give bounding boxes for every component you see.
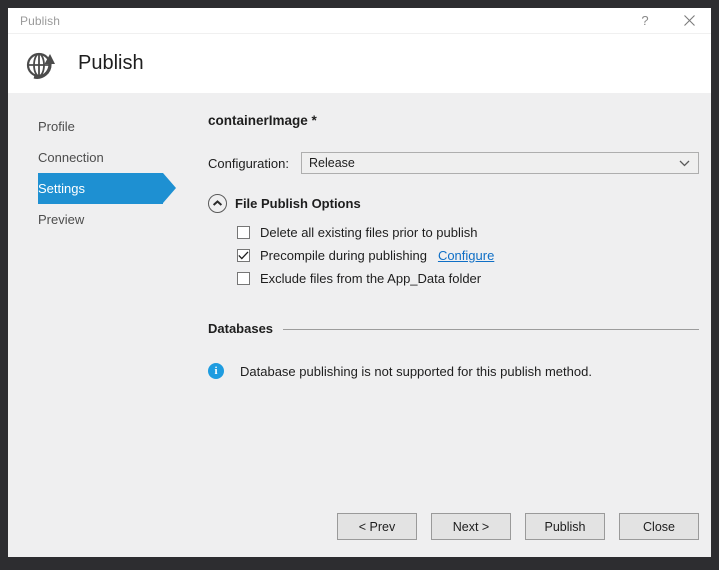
- configure-link[interactable]: Configure: [438, 248, 494, 263]
- databases-title: Databases: [208, 321, 274, 336]
- close-dialog-button[interactable]: Close: [619, 513, 699, 540]
- exclude-app-data-checkbox[interactable]: [237, 272, 250, 285]
- delete-existing-files-label[interactable]: Delete all existing files prior to publi…: [260, 225, 478, 240]
- prev-button[interactable]: < Prev: [337, 513, 417, 540]
- sidebar-item-label: Connection: [38, 150, 104, 165]
- publish-button[interactable]: Publish: [525, 513, 605, 540]
- sidebar-item-settings[interactable]: Settings: [8, 173, 183, 204]
- close-icon: [683, 15, 695, 26]
- checkbox-row-exclude-app-data: Exclude files from the App_Data folder: [237, 267, 699, 290]
- configuration-label: Configuration:: [208, 155, 289, 171]
- settings-panel: containerImage * Configuration: Release: [208, 93, 699, 557]
- databases-info-message: Database publishing is not supported for…: [240, 363, 592, 379]
- info-icon: i: [208, 363, 224, 379]
- sidebar-item-label: Preview: [38, 212, 85, 227]
- file-publish-options-list: Delete all existing files prior to publi…: [237, 221, 699, 290]
- checkbox-row-delete-existing-files: Delete all existing files prior to publi…: [237, 221, 699, 244]
- publish-dialog-window: Publish ? Publish Profile Connection Set…: [8, 8, 711, 557]
- sidebar-item-connection[interactable]: Connection: [8, 142, 183, 173]
- next-button[interactable]: Next >: [431, 513, 511, 540]
- precompile-label[interactable]: Precompile during publishing: [260, 248, 427, 263]
- chevron-up-icon: [208, 194, 227, 213]
- precompile-checkbox[interactable]: [237, 249, 250, 262]
- configuration-row: Configuration: Release: [208, 152, 699, 174]
- configuration-value: Release: [309, 156, 355, 170]
- databases-group-header: Databases: [208, 321, 699, 336]
- databases-info-row: i Database publishing is not supported f…: [208, 363, 699, 379]
- checkbox-row-precompile: Precompile during publishing Configure: [237, 244, 699, 267]
- title-bar: Publish ?: [8, 8, 711, 34]
- sidebar-nav: Profile Connection Settings Preview: [8, 111, 183, 235]
- globe-publish-icon: [22, 45, 60, 83]
- window-controls: ?: [623, 8, 711, 33]
- sidebar-item-preview[interactable]: Preview: [8, 204, 183, 235]
- close-button[interactable]: [667, 8, 711, 33]
- exclude-app-data-label[interactable]: Exclude files from the App_Data folder: [260, 271, 481, 286]
- page-title: Publish: [78, 52, 144, 74]
- checkmark-icon: [238, 251, 249, 260]
- dialog-body: Profile Connection Settings Preview cont…: [8, 93, 711, 557]
- sidebar-item-label: Profile: [38, 119, 75, 134]
- sidebar-item-label: Settings: [38, 181, 85, 196]
- profile-name-heading: containerImage *: [208, 113, 317, 128]
- window-title: Publish: [20, 13, 61, 28]
- databases-divider: [283, 329, 699, 330]
- configuration-select[interactable]: Release: [301, 152, 699, 174]
- file-publish-options-title: File Publish Options: [235, 196, 361, 211]
- sidebar-item-profile[interactable]: Profile: [8, 111, 183, 142]
- chevron-down-icon: [679, 154, 690, 172]
- delete-existing-files-checkbox[interactable]: [237, 226, 250, 239]
- dialog-footer: < Prev Next > Publish Close: [337, 513, 699, 540]
- file-publish-options-expander[interactable]: File Publish Options: [208, 194, 699, 213]
- question-mark-icon: ?: [641, 13, 649, 28]
- dialog-header: Publish: [8, 34, 711, 93]
- help-button[interactable]: ?: [623, 8, 667, 33]
- sidebar-selection-arrow-icon: [163, 173, 176, 203]
